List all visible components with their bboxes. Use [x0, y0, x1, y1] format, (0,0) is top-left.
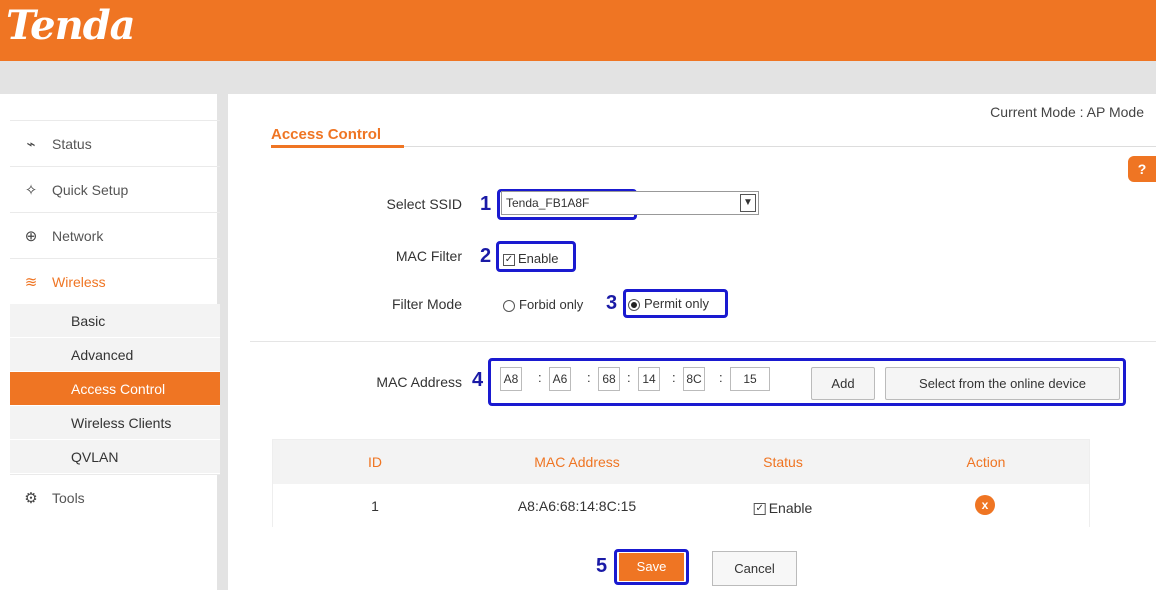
- mac-octet-3-input[interactable]: 68: [598, 367, 620, 391]
- page-title: Access Control: [271, 126, 382, 143]
- cell-status[interactable]: ✓ Enable: [753, 500, 813, 516]
- sidebar-item-label: Wireless: [52, 273, 106, 290]
- sidebar-item-label: Status: [52, 135, 92, 152]
- sidebar: ⌁ Status ✧ Quick Setup ⊕ Network ≋ Wirel…: [0, 94, 220, 590]
- annotation-number-4: 4: [472, 369, 484, 391]
- cancel-button[interactable]: Cancel: [712, 551, 797, 586]
- select-online-device-button[interactable]: Select from the online device: [885, 367, 1120, 400]
- mac-octet-5-input[interactable]: 8C: [683, 367, 705, 391]
- permit-only-label: Permit only: [644, 296, 710, 311]
- cell-status-label: Enable: [768, 500, 813, 516]
- column-header-action: Action: [966, 454, 1006, 470]
- sidebar-subitem-basic[interactable]: Basic: [10, 304, 220, 338]
- pulse-icon: ⌁: [26, 135, 36, 153]
- sidebar-item-tools[interactable]: ⚙ Tools: [10, 474, 220, 520]
- checkbox-checked-icon[interactable]: ✓: [753, 503, 766, 516]
- mac-separator: :: [587, 370, 591, 385]
- cell-mac: A8:A6:68:14:8C:15: [517, 498, 637, 514]
- sidebar-subitem-wireless-clients[interactable]: Wireless Clients: [10, 406, 220, 440]
- radio-selected-icon[interactable]: [628, 298, 640, 311]
- mac-octet-1-input[interactable]: A8: [500, 367, 522, 391]
- column-header-status: Status: [763, 454, 803, 470]
- mac-octet-6-input[interactable]: 15: [730, 367, 770, 391]
- column-header-mac: MAC Address: [534, 454, 620, 470]
- filter-mode-permit[interactable]: Permit only: [628, 296, 709, 311]
- mac-separator: :: [672, 370, 676, 385]
- cell-id: 1: [371, 498, 379, 514]
- mac-separator: :: [627, 370, 631, 385]
- mac-octet-2-input[interactable]: A6: [549, 367, 571, 391]
- table-header: ID MAC Address Status Action: [273, 440, 1089, 484]
- annotation-number-2: 2: [480, 245, 492, 267]
- filter-mode-label: Filter Mode: [391, 296, 462, 312]
- forbid-only-label: Forbid only: [519, 297, 584, 312]
- sidebar-item-status[interactable]: ⌁ Status: [10, 120, 220, 166]
- sidebar-item-label: Network: [52, 227, 104, 244]
- mac-filter-enable-label: Enable: [518, 251, 559, 266]
- main-panel: Current Mode : AP Mode Access Control ? …: [228, 94, 1156, 590]
- sidebar-subitem-access-control[interactable]: Access Control: [10, 372, 220, 406]
- mac-filter-enable[interactable]: ✓ Enable: [503, 251, 558, 266]
- header-divider-bar: [0, 61, 1156, 94]
- section-divider: [250, 341, 1156, 342]
- sidebar-item-quick-setup[interactable]: ✧ Quick Setup: [10, 166, 220, 212]
- top-header-bar: Tenda: [0, 0, 1156, 61]
- sidebar-item-label: Tools: [52, 489, 85, 506]
- chevron-down-icon: ▼: [740, 194, 756, 212]
- column-header-id: ID: [368, 454, 382, 470]
- filter-mode-forbid[interactable]: Forbid only: [503, 297, 583, 312]
- save-button[interactable]: Save: [619, 553, 684, 581]
- mac-octet-4-input[interactable]: 14: [638, 367, 660, 391]
- ssid-select-value: Tenda_FB1A8F: [506, 196, 590, 210]
- sidebar-item-network[interactable]: ⊕ Network: [10, 212, 220, 258]
- sidebar-subitem-advanced[interactable]: Advanced: [10, 338, 220, 372]
- wifi-icon: ≋: [24, 273, 38, 291]
- checkbox-checked-icon[interactable]: ✓: [503, 253, 515, 266]
- help-button[interactable]: ?: [1128, 156, 1156, 182]
- tenda-logo: Tenda: [6, 2, 136, 49]
- title-underline: [271, 145, 404, 148]
- annotation-number-1: 1: [480, 193, 492, 215]
- mac-separator: :: [719, 370, 723, 385]
- mac-address-label: MAC Address: [376, 374, 462, 390]
- select-ssid-label: Select SSID: [386, 196, 462, 212]
- globe-icon: ⊕: [24, 227, 38, 245]
- annotation-number-5: 5: [596, 555, 608, 577]
- sidebar-item-label: Quick Setup: [52, 181, 129, 198]
- table-row: 1 A8:A6:68:14:8C:15 ✓ Enable x: [273, 484, 1089, 528]
- radio-unselected-icon[interactable]: [503, 299, 515, 312]
- sidebar-item-wireless[interactable]: ≋ Wireless: [10, 258, 220, 304]
- gears-icon: ⚙: [24, 489, 38, 507]
- ssid-select[interactable]: Tenda_FB1A8F ▼: [501, 191, 759, 215]
- current-mode-text: Current Mode : AP Mode: [990, 104, 1144, 120]
- bolt-icon: ✧: [24, 181, 38, 199]
- sidebar-subitem-qvlan[interactable]: QVLAN: [10, 440, 220, 474]
- add-button[interactable]: Add: [811, 367, 875, 400]
- annotation-number-3: 3: [606, 292, 618, 314]
- mac-filter-table: ID MAC Address Status Action 1 A8:A6:68:…: [272, 439, 1090, 528]
- delete-row-icon[interactable]: x: [975, 495, 995, 515]
- mac-filter-label: MAC Filter: [395, 248, 462, 264]
- mac-separator: :: [538, 370, 542, 385]
- sidebar-gap: [220, 94, 228, 590]
- sidebar-menu: ⌁ Status ✧ Quick Setup ⊕ Network ≋ Wirel…: [10, 120, 220, 520]
